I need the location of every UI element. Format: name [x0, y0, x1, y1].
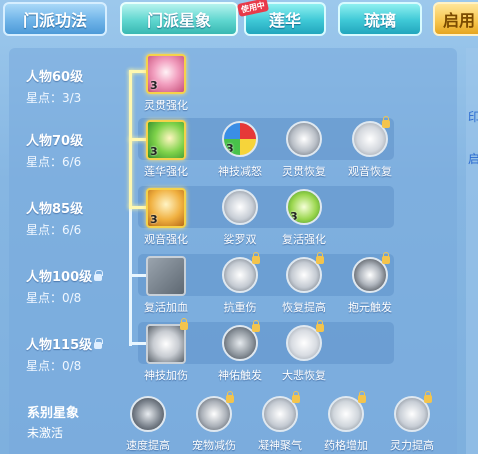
- skill-lingguan-icon[interactable]: 3: [146, 54, 186, 94]
- star-points-text: 星点：0/8: [26, 359, 82, 373]
- star-points-text: 星点：6/6: [26, 223, 82, 237]
- skill-name: 观音恢复: [348, 165, 392, 178]
- star-points-text: 星点：6/6: [26, 155, 82, 169]
- skill-name: 大悲恢复: [282, 369, 326, 382]
- enable-button[interactable]: 启用: [433, 2, 478, 36]
- skill-count: 3: [226, 142, 234, 155]
- system-item-name: 灵力提高: [390, 439, 434, 452]
- skill-suoluoshuang-icon[interactable]: [222, 189, 258, 225]
- tab-lianhua[interactable]: 使用中 莲华: [236, 0, 326, 36]
- star-tree-panel: [9, 48, 457, 454]
- skill-lianhua-icon[interactable]: 3: [146, 120, 186, 160]
- lock-icon: [316, 320, 324, 332]
- row-label: 人物85级 星点：6/6: [26, 198, 83, 238]
- star-points-text: 星点：0/8: [26, 291, 82, 305]
- lock-icon: [382, 252, 390, 264]
- lock-icon: [252, 320, 260, 332]
- skill-name: 抱元触发: [348, 301, 392, 314]
- system-item-name: 凝神聚气: [258, 439, 302, 452]
- skill-name: 灵贯恢复: [282, 165, 326, 178]
- system-title: 系别星象: [27, 406, 80, 421]
- tree-line: [129, 208, 132, 346]
- level-text: 人物115级: [26, 338, 93, 353]
- skill-shenji-damage-icon[interactable]: [146, 324, 186, 364]
- skill-name: 神技加伤: [144, 369, 188, 382]
- skill-lingguan-recover-icon[interactable]: [286, 121, 322, 157]
- lock-icon: [94, 270, 104, 281]
- skill-name: 观音强化: [144, 233, 188, 246]
- lock-icon: [226, 391, 234, 403]
- lock-icon: [180, 318, 188, 330]
- skill-name: 莲华强化: [144, 165, 188, 178]
- tab-label: 琉璃: [363, 11, 396, 30]
- skill-shenji-icon[interactable]: 3: [222, 121, 258, 157]
- tab-label: 门派功法: [22, 11, 87, 30]
- lock-icon: [382, 116, 390, 128]
- skill-revive-boost-icon[interactable]: 3: [286, 189, 322, 225]
- lock-icon: [94, 338, 104, 349]
- tab-label: 门派星象: [146, 11, 211, 30]
- skill-name: 复活加血: [144, 301, 188, 314]
- system-item-name: 速度提高: [126, 439, 170, 452]
- lock-icon: [316, 252, 324, 264]
- row-label: 人物70级 星点：6/6: [26, 130, 83, 170]
- star-panel-window: 门派功法 门派星象 使用中 莲华 琉璃 启用 印 启 人物60级 星点：3/3 …: [0, 0, 478, 454]
- skill-name: 灵贯强化: [144, 99, 188, 112]
- tab-liuli[interactable]: 琉璃: [338, 2, 422, 36]
- lock-icon: [292, 391, 300, 403]
- skill-guanyin-icon[interactable]: 3: [146, 188, 186, 228]
- skill-name: 娑罗双: [223, 233, 257, 246]
- tab-sect-skills[interactable]: 门派功法: [3, 2, 107, 36]
- level-text: 人物70级: [26, 134, 84, 149]
- system-item-name: 宠物减伤: [192, 439, 236, 452]
- row-label: 人物100级 星点：0/8: [26, 266, 104, 306]
- level-text: 人物85级: [26, 202, 84, 217]
- row-label: 人物60级 星点：3/3: [26, 66, 83, 106]
- right-edge-text: 印: [468, 110, 478, 124]
- tab-label: 莲华: [268, 11, 301, 30]
- skill-name: 神技减怒: [218, 165, 262, 178]
- skill-count: 3: [150, 145, 158, 158]
- star-points-text: 星点：3/3: [26, 91, 82, 105]
- lock-icon: [252, 252, 260, 264]
- system-item-name: 药格增加: [324, 439, 368, 452]
- lock-icon: [424, 391, 432, 403]
- skill-count: 3: [290, 210, 298, 223]
- level-text: 人物100级: [26, 270, 93, 285]
- skill-count: 3: [150, 79, 158, 92]
- right-edge-text: 启: [468, 152, 478, 166]
- level-text: 人物60级: [26, 70, 84, 85]
- system-speed-icon[interactable]: [130, 396, 166, 432]
- skill-count: 3: [150, 213, 158, 226]
- button-label: 启用: [443, 11, 476, 30]
- skill-name: 恢复提高: [282, 301, 326, 314]
- skill-revive-heal-icon[interactable]: [146, 256, 186, 296]
- row-label: 人物115级 星点：0/8: [26, 334, 104, 374]
- skill-name: 抗重伤: [223, 301, 257, 314]
- system-status: 未激活: [27, 426, 64, 440]
- skill-name: 神佑触发: [218, 369, 262, 382]
- lock-icon: [358, 391, 366, 403]
- skill-name: 复活强化: [282, 233, 326, 246]
- in-use-badge: 使用中: [236, 0, 270, 17]
- system-star-label: 系别星象 未激活: [27, 402, 79, 441]
- tab-sect-stars[interactable]: 门派星象: [120, 2, 238, 36]
